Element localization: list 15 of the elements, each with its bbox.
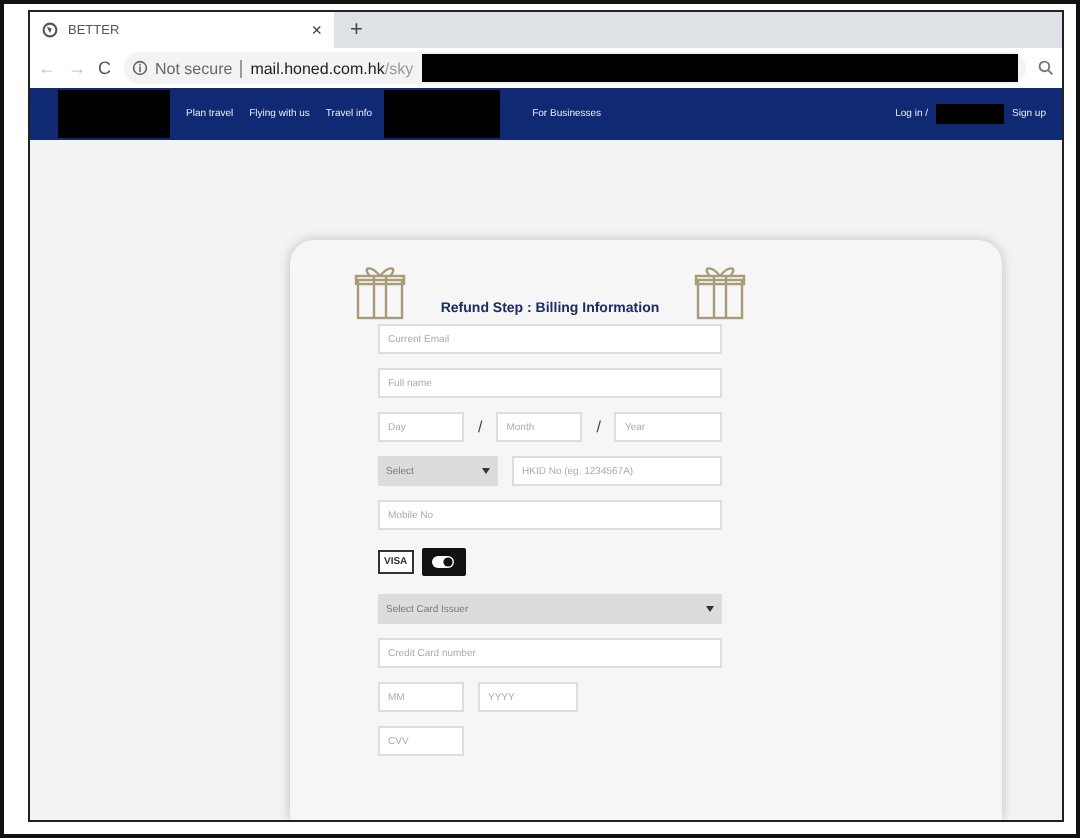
date-separator: / (478, 418, 483, 436)
globe-icon (42, 22, 58, 38)
redaction-block (58, 90, 170, 138)
address-bar[interactable]: Not secure mail.honed.com.hk/sky (123, 52, 1026, 84)
date-separator: / (596, 418, 601, 436)
reload-button[interactable]: C (98, 58, 111, 78)
gift-icon (694, 264, 746, 320)
redaction-block (384, 90, 501, 138)
info-icon (131, 60, 147, 76)
new-tab-button[interactable]: + (334, 12, 379, 48)
tab-close-button[interactable]: × (311, 20, 322, 40)
card-toggle-icon[interactable] (421, 548, 466, 576)
gift-icon (354, 264, 406, 320)
search-icon[interactable] (1038, 60, 1054, 76)
redaction-block (936, 104, 1005, 124)
